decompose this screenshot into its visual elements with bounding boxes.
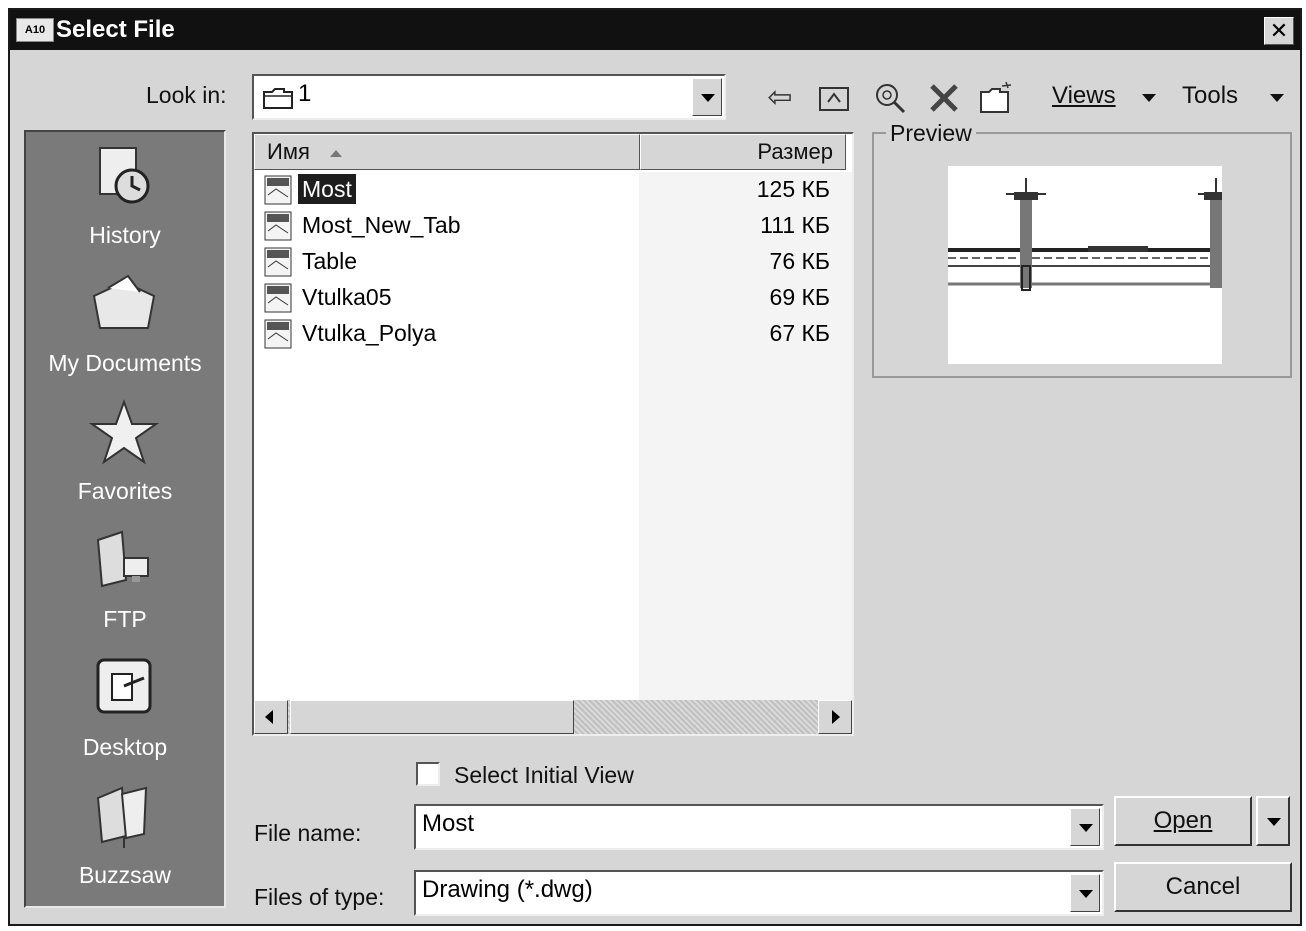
place-label: Favorites <box>77 478 173 504</box>
file-name: Table <box>302 248 357 274</box>
file-row[interactable]: Vtulka_Polya 67 КБ <box>254 316 852 352</box>
place-label: My Documents <box>48 350 202 376</box>
dwg-file-icon <box>264 247 292 277</box>
place-label: Buzzsaw <box>78 862 172 888</box>
back-icon[interactable]: ⇦ <box>762 80 798 116</box>
close-button[interactable]: ✕ <box>1264 17 1294 45</box>
files-of-type-select[interactable]: Drawing (*.dwg) <box>414 870 1104 916</box>
look-in-combo[interactable]: 1 <box>252 74 726 120</box>
preview-image <box>948 166 1222 364</box>
open-button-label: Open <box>1153 807 1213 834</box>
tools-menu[interactable]: Tools <box>1182 82 1238 110</box>
my-documents-icon <box>92 274 156 329</box>
title-bar[interactable]: A10 Select File ✕ <box>10 10 1300 50</box>
file-name-input[interactable]: Most <box>414 804 1104 850</box>
look-in-label: Look in: <box>146 82 227 108</box>
folder-icon <box>263 88 293 109</box>
place-history[interactable]: History <box>26 134 224 262</box>
place-label: Desktop <box>82 734 168 760</box>
column-header-name[interactable]: Имя <box>254 134 640 170</box>
file-name-dropdown-arrow[interactable] <box>1070 808 1100 846</box>
places-bar: History My Documents Favorites FTP Deskt… <box>24 130 226 908</box>
files-of-type-value: Drawing (*.dwg) <box>422 876 593 903</box>
dwg-file-icon <box>264 211 292 241</box>
search-web-icon[interactable] <box>872 80 908 116</box>
file-row[interactable]: Table 76 КБ <box>254 244 852 280</box>
buzzsaw-icon <box>96 786 148 848</box>
file-row[interactable]: Most 125 КБ <box>254 172 852 208</box>
app-icon: A10 <box>16 18 54 42</box>
delete-icon[interactable] <box>926 80 962 116</box>
look-in-dropdown-arrow[interactable] <box>692 78 722 116</box>
history-icon <box>99 147 150 204</box>
file-name-value: Most <box>422 810 475 837</box>
place-label: History <box>89 222 161 248</box>
file-list[interactable]: Имя Размер Most 125 КБ Most_New_Tab 111 … <box>252 132 854 736</box>
tools-dropdown-arrow[interactable] <box>1270 94 1284 102</box>
window-title: Select File <box>56 16 175 43</box>
file-size: 76 КБ <box>769 248 830 274</box>
files-of-type-label: Files of type: <box>254 884 385 910</box>
file-name-label: File name: <box>254 820 362 846</box>
place-my-documents[interactable]: My Documents <box>26 262 224 390</box>
up-folder-icon[interactable] <box>816 80 852 116</box>
new-folder-icon[interactable] <box>978 80 1014 116</box>
dwg-file-icon <box>264 283 292 313</box>
file-size: 111 КБ <box>760 212 830 238</box>
place-favorites[interactable]: Favorites <box>26 390 224 518</box>
files-of-type-dropdown-arrow[interactable] <box>1070 874 1100 912</box>
column-header-size-label: Размер <box>757 139 833 164</box>
column-header-size[interactable]: Размер <box>640 134 846 170</box>
file-row[interactable]: Vtulka05 69 КБ <box>254 280 852 316</box>
file-size: 125 КБ <box>756 176 830 202</box>
column-header-name-label: Имя <box>267 139 310 164</box>
scroll-right-button[interactable] <box>818 700 852 734</box>
favorites-star-icon <box>88 399 160 465</box>
place-ftp[interactable]: FTP <box>26 518 224 646</box>
horizontal-scrollbar[interactable] <box>254 700 852 734</box>
scroll-right-icon <box>832 710 840 724</box>
file-name: Vtulka05 <box>302 284 392 310</box>
place-desktop[interactable]: Desktop <box>26 646 224 774</box>
dwg-file-icon <box>264 175 292 205</box>
cancel-button[interactable]: Cancel <box>1114 862 1292 912</box>
place-buzzsaw[interactable]: Buzzsaw <box>26 774 224 902</box>
preview-panel <box>872 132 1292 378</box>
file-name: Most <box>298 174 356 204</box>
ftp-icon <box>96 530 149 588</box>
place-label: FTP <box>103 606 147 632</box>
dwg-file-icon <box>264 319 292 349</box>
views-dropdown-arrow[interactable] <box>1142 94 1156 102</box>
select-initial-view-label: Select Initial View <box>454 762 634 788</box>
chevron-down-icon <box>1267 818 1281 826</box>
sort-ascending-icon <box>329 149 342 157</box>
file-row[interactable]: Most_New_Tab 111 КБ <box>254 208 852 244</box>
scrollbar-thumb[interactable] <box>290 700 574 734</box>
file-name: Most_New_Tab <box>302 212 461 238</box>
file-size: 67 КБ <box>769 320 830 346</box>
look-in-value: 1 <box>298 80 312 107</box>
views-menu[interactable]: Views <box>1052 82 1116 110</box>
open-options-dropdown[interactable] <box>1256 796 1290 846</box>
file-size: 69 КБ <box>769 284 830 310</box>
file-name: Vtulka_Polya <box>302 320 437 346</box>
open-button[interactable]: Open <box>1114 796 1252 846</box>
scroll-left-button[interactable] <box>254 700 288 734</box>
select-initial-view-checkbox[interactable] <box>416 762 440 786</box>
desktop-icon <box>96 658 152 714</box>
preview-label: Preview <box>886 120 976 147</box>
scroll-left-icon <box>265 710 273 724</box>
select-file-dialog: A10 Select File ✕ Look in: 1 ⇦ Views Too… <box>8 8 1302 926</box>
